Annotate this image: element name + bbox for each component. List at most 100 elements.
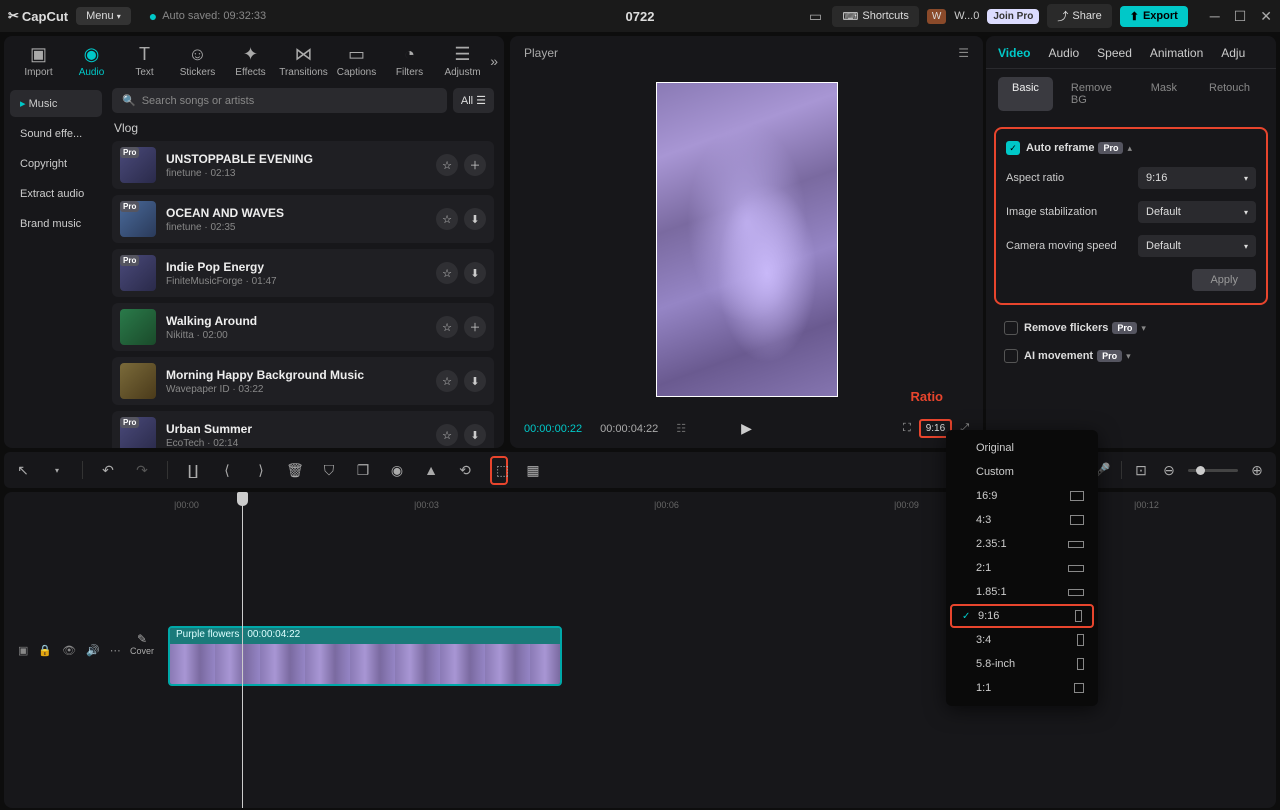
duplicate-tool[interactable]: ❐ <box>354 462 372 479</box>
favorite-button[interactable]: ☆ <box>436 424 458 446</box>
minimize-button[interactable]: ─ <box>1210 8 1220 25</box>
ratio-option[interactable]: 1.85:1 <box>946 580 1098 604</box>
song-item[interactable]: Walking Around Nikitta · 02:00 ☆ ＋ <box>112 303 494 351</box>
download-button[interactable]: ⬇ <box>464 424 486 446</box>
trim-left-tool[interactable]: ⟨ <box>218 462 236 479</box>
close-button[interactable]: ✕ <box>1260 8 1272 25</box>
playhead[interactable] <box>242 492 243 808</box>
ratio-option[interactable]: 5.8-inch <box>946 652 1098 676</box>
crop-icon[interactable]: ⛶ <box>903 422 911 435</box>
chevron-down-icon[interactable]: ▾ <box>48 466 66 475</box>
trim-right-tool[interactable]: ⟩ <box>252 462 270 479</box>
search-input[interactable]: 🔍 Search songs or artists <box>112 88 447 113</box>
song-item[interactable]: Pro Indie Pop Energy FiniteMusicForge · … <box>112 249 494 297</box>
favorite-button[interactable]: ☆ <box>436 262 458 284</box>
ratio-option[interactable]: 2.35:1 <box>946 532 1098 556</box>
inspector-tab-audio[interactable]: Audio <box>1048 46 1079 60</box>
shield-tool[interactable]: ⛉ <box>320 462 338 479</box>
ratio-option[interactable]: 1:1 <box>946 676 1098 700</box>
freeze-tool[interactable]: ▦ <box>524 462 542 479</box>
inspector-tab-video[interactable]: Video <box>998 46 1030 60</box>
aspect-icon[interactable]: ▭ <box>806 8 824 25</box>
ratio-option[interactable]: 2:1 <box>946 556 1098 580</box>
join-pro-button[interactable]: Join Pro <box>987 9 1039 24</box>
favorite-button[interactable]: ☆ <box>436 208 458 230</box>
inspector-tab-adjust[interactable]: Adju <box>1221 46 1245 60</box>
remove-flickers-toggle[interactable]: Remove flickers Pro ▾ <box>1004 321 1258 335</box>
tabs-more-button[interactable]: » <box>490 53 498 69</box>
tab-transitions[interactable]: ⋈Transitions <box>277 44 330 78</box>
delete-tool[interactable]: 🗑 <box>286 462 304 479</box>
export-button[interactable]: ⬆ Export <box>1120 6 1188 27</box>
ratio-option[interactable]: Original <box>946 436 1098 460</box>
stabilization-dropdown[interactable]: Default▾ <box>1138 201 1256 223</box>
zoom-out-icon[interactable]: ⊖ <box>1160 462 1178 479</box>
tab-stickers[interactable]: ☺Stickers <box>171 44 224 78</box>
download-button[interactable]: ⬇ <box>464 262 486 284</box>
lock-icon[interactable]: 🔒 <box>38 644 52 657</box>
mirror-tool[interactable]: ▲ <box>422 462 440 478</box>
aspect-ratio-dropdown[interactable]: 9:16▾ <box>1138 167 1256 189</box>
cover-button[interactable]: ✎ Cover <box>130 632 154 656</box>
video-preview[interactable] <box>656 82 838 397</box>
filter-all-button[interactable]: All ☰ <box>453 88 494 113</box>
tab-captions[interactable]: ▭Captions <box>330 44 383 78</box>
add-button[interactable]: ＋ <box>464 316 486 338</box>
category-brand-music[interactable]: Brand music <box>10 211 102 237</box>
crop-resize-tool[interactable]: ⬚ <box>490 456 508 485</box>
song-item[interactable]: Pro UNSTOPPABLE EVENING finetune · 02:13… <box>112 141 494 189</box>
add-button[interactable]: ＋ <box>464 154 486 176</box>
maximize-button[interactable]: ☐ <box>1234 8 1247 25</box>
category-sound-effects[interactable]: Sound effe... <box>10 121 102 147</box>
ratio-option[interactable]: 16:9 <box>946 484 1098 508</box>
song-item[interactable]: Morning Happy Background Music Wavepaper… <box>112 357 494 405</box>
record-tool[interactable]: ◉ <box>388 462 406 479</box>
inspector-tab-animation[interactable]: Animation <box>1150 46 1203 60</box>
share-button[interactable]: ⤴ Share <box>1047 4 1111 28</box>
zoom-slider[interactable] <box>1188 469 1238 472</box>
redo-button[interactable]: ↷ <box>133 462 151 479</box>
tab-adjustment[interactable]: ☰Adjustm <box>436 44 489 78</box>
player-menu-icon[interactable]: ☰ <box>958 46 969 60</box>
split-tool[interactable]: ∐ <box>184 462 202 479</box>
visibility-icon[interactable]: 👁 <box>62 644 76 657</box>
inspector-tab-speed[interactable]: Speed <box>1097 46 1132 60</box>
mute-icon[interactable]: 🔊 <box>86 644 100 657</box>
tab-text[interactable]: TText <box>118 44 171 78</box>
video-clip[interactable]: Purple flowers 00:00:04:22 <box>168 626 562 686</box>
favorite-button[interactable]: ☆ <box>436 316 458 338</box>
song-item[interactable]: Pro Urban Summer EcoTech · 02:14 ☆ ⬇ <box>112 411 494 448</box>
ratio-option[interactable]: 3:4 <box>946 628 1098 652</box>
download-button[interactable]: ⬇ <box>464 370 486 392</box>
song-item[interactable]: Pro OCEAN AND WAVES finetune · 02:35 ☆ ⬇ <box>112 195 494 243</box>
subtab-mask[interactable]: Mask <box>1137 77 1191 111</box>
tab-effects[interactable]: ✦Effects <box>224 44 277 78</box>
selection-tool[interactable]: ↖ <box>14 462 32 479</box>
zoom-fit-icon[interactable]: ⊡ <box>1132 462 1150 479</box>
tab-audio[interactable]: ◉Audio <box>65 44 118 78</box>
more-icon[interactable]: ⋯ <box>110 644 121 657</box>
category-copyright[interactable]: Copyright <box>10 151 102 177</box>
apply-button[interactable]: Apply <box>1192 269 1256 291</box>
timeline-ruler[interactable]: |00:00 |00:03 |00:06 |00:09 |00:12 <box>128 496 1276 516</box>
favorite-button[interactable]: ☆ <box>436 154 458 176</box>
category-extract-audio[interactable]: Extract audio <box>10 181 102 207</box>
camera-speed-dropdown[interactable]: Default▾ <box>1138 235 1256 257</box>
download-button[interactable]: ⬇ <box>464 208 486 230</box>
subtab-basic[interactable]: Basic <box>998 77 1053 111</box>
subtab-remove-bg[interactable]: Remove BG <box>1057 77 1133 111</box>
tab-filters[interactable]: ◔Filters <box>383 44 436 78</box>
shortcuts-button[interactable]: ⌨ Shortcuts <box>832 6 918 27</box>
ratio-option[interactable]: Custom <box>946 460 1098 484</box>
track-toggle-icon[interactable]: ▣ <box>18 644 28 657</box>
zoom-in-icon[interactable]: ⊕ <box>1248 462 1266 479</box>
play-button[interactable]: ▶ <box>741 420 752 437</box>
rotate-tool[interactable]: ⟲ <box>456 462 474 479</box>
ratio-option[interactable]: ✓9:16 <box>950 604 1094 628</box>
subtab-retouch[interactable]: Retouch <box>1195 77 1264 111</box>
user-badge[interactable]: W <box>927 9 946 24</box>
ai-movement-toggle[interactable]: AI movement Pro ▾ <box>1004 349 1258 363</box>
favorite-button[interactable]: ☆ <box>436 370 458 392</box>
auto-reframe-toggle[interactable]: ✓ Auto reframe Pro ▴ <box>1006 141 1132 155</box>
undo-button[interactable]: ↶ <box>99 462 117 479</box>
